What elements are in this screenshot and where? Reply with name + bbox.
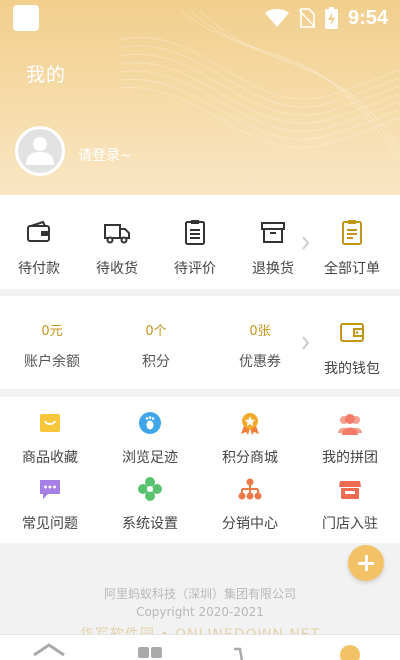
wallet-points[interactable]: 0个 积分 (104, 320, 208, 371)
order-label: 全部订单 (324, 261, 380, 277)
tool-label: 我的拼团 (322, 450, 378, 466)
chevron-right-icon (302, 336, 310, 350)
order-pending-payment[interactable]: 待付款 (0, 218, 78, 278)
wallet-section: 0元 账户余额 0个 积分 0张 优惠券 我的钱包 (0, 296, 400, 389)
wallet-label: 积分 (142, 354, 170, 370)
tool-label: 分销中心 (222, 516, 278, 532)
orders-section: 待付款 待收货 待评价 退换货 全部订单 (0, 195, 400, 289)
order-label: 待评价 (174, 261, 216, 277)
order-all[interactable]: 全部订单 (312, 218, 392, 278)
profile-header: 9:54 我的 请登录~ (0, 0, 400, 195)
medal-icon (241, 413, 259, 435)
tool-history[interactable]: 浏览足迹 (100, 411, 200, 467)
tool-label: 系统设置 (122, 516, 178, 532)
tool-label: 常见问题 (22, 516, 78, 532)
status-bar: 9:54 (0, 0, 400, 36)
wallet-value: 0元 (41, 324, 63, 339)
tool-label: 积分商城 (222, 450, 278, 466)
tools-section: 商品收藏 浏览足迹 积分商城 我的拼团 常见问题 系统设置 分销中心 门店入驻 (0, 397, 400, 543)
order-pending-review[interactable]: 待评价 (156, 218, 234, 278)
user-placeholder-icon (26, 137, 54, 165)
favorites-icon (40, 414, 60, 432)
chevron-right-icon (302, 236, 310, 250)
company-name: 阿里蚂蚁科技（深圳）集团有限公司 (103, 587, 296, 601)
app-notification-icon (13, 5, 39, 31)
battery-charging-icon (324, 7, 338, 29)
no-sim-icon (298, 8, 315, 28)
my-wallet-button[interactable]: 我的钱包 (312, 318, 392, 378)
order-label: 待收货 (96, 261, 138, 277)
copyright: Copyright 2020-2021 (136, 605, 264, 619)
store-icon (339, 481, 361, 499)
tool-settings[interactable]: 系统设置 (100, 477, 200, 533)
truck-icon (104, 224, 130, 244)
home-tab-icon[interactable] (32, 643, 66, 660)
order-label: 待付款 (18, 261, 60, 277)
wallet-value: 0张 (249, 324, 271, 339)
wallet-balance[interactable]: 0元 账户余额 (0, 320, 104, 371)
profile-tab-icon[interactable] (338, 643, 362, 660)
tool-label: 商品收藏 (22, 450, 78, 466)
wallet-label: 优惠券 (239, 354, 281, 370)
category-tab-icon[interactable] (136, 643, 164, 660)
tool-points-mall[interactable]: 积分商城 (200, 411, 300, 467)
wallet-coupons[interactable]: 0张 优惠券 (208, 320, 312, 371)
tool-store-join[interactable]: 门店入驻 (300, 477, 400, 533)
footprint-icon (139, 412, 161, 434)
orders-list-icon (342, 220, 362, 245)
purse-icon (340, 323, 364, 342)
wallet-label: 账户余额 (24, 354, 80, 370)
my-wallet-label: 我的钱包 (324, 361, 380, 377)
tool-favorites[interactable]: 商品收藏 (0, 411, 100, 467)
clipboard-icon (185, 220, 205, 245)
order-pending-receipt[interactable]: 待收货 (78, 218, 156, 278)
settings-flower-icon (138, 477, 162, 501)
tool-faq[interactable]: 常见问题 (0, 477, 100, 533)
status-time: 9:54 (347, 6, 388, 29)
wallet-icon (27, 220, 50, 242)
group-icon (338, 414, 362, 435)
tool-label: 浏览足迹 (122, 450, 178, 466)
login-link[interactable]: 请登录~ (78, 145, 132, 165)
chat-icon (40, 480, 60, 499)
avatar[interactable] (15, 126, 65, 176)
bottom-tab-bar (0, 634, 400, 660)
footer: 阿里蚂蚁科技（深圳）集团有限公司 Copyright 2020-2021 (0, 585, 400, 619)
network-icon (238, 478, 262, 500)
page-title: 我的 (26, 64, 67, 86)
add-button[interactable] (348, 545, 384, 581)
tool-group-buy[interactable]: 我的拼团 (300, 411, 400, 467)
wifi-icon (264, 9, 289, 27)
wallet-value: 0个 (145, 324, 167, 339)
box-icon (261, 222, 285, 243)
cart-tab-icon[interactable] (232, 645, 266, 660)
tool-distribution[interactable]: 分销中心 (200, 477, 300, 533)
tool-label: 门店入驻 (322, 516, 378, 532)
